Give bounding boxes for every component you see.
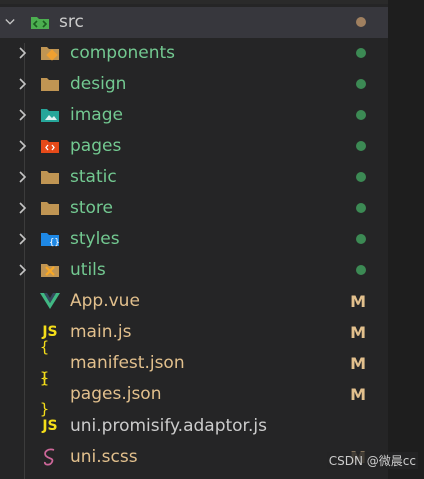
tree-item-src[interactable]: src	[0, 7, 388, 38]
chevron-right-icon[interactable]	[18, 78, 28, 90]
git-status-badge: M	[350, 354, 366, 373]
tree-item-utils[interactable]: utils	[0, 255, 388, 286]
tree-item-label: components	[70, 43, 176, 63]
folder-icon	[40, 198, 60, 218]
tree-item-label: store	[70, 198, 113, 218]
tree-item-styles[interactable]: {} styles	[0, 224, 388, 255]
tree-item-app-vue[interactable]: App.vue M	[0, 286, 388, 317]
chevron-right-icon[interactable]	[18, 202, 28, 214]
tree-item-components[interactable]: components	[0, 38, 388, 69]
git-status-badge: M	[350, 292, 366, 311]
tree-item-label: uni.promisify.adaptor.js	[70, 416, 267, 436]
status-dot	[356, 172, 366, 182]
src-folder-icon	[30, 12, 50, 32]
status-dot	[356, 17, 366, 27]
chevron-right-icon[interactable]	[18, 233, 28, 245]
folder-icon	[40, 74, 60, 94]
tree-item-uni-promisify-adaptor-js[interactable]: JS uni.promisify.adaptor.js	[0, 411, 388, 442]
components-folder-icon	[40, 43, 60, 63]
chevron-right-icon[interactable]	[18, 264, 28, 276]
tree-item-image[interactable]: image	[0, 100, 388, 131]
chevron-right-icon[interactable]	[18, 109, 28, 121]
image-folder-icon	[40, 105, 60, 125]
tree-item-label: pages.json	[70, 384, 162, 404]
utils-folder-icon	[40, 260, 60, 280]
styles-folder-icon: {}	[40, 229, 60, 249]
status-dot	[356, 265, 366, 275]
tree-item-label: image	[70, 105, 123, 125]
pages-folder-icon	[40, 136, 60, 156]
status-dot	[356, 48, 366, 58]
tree-item-design[interactable]: design	[0, 69, 388, 100]
vue-icon	[40, 291, 60, 311]
watermark: CSDN @微晨cc	[326, 452, 418, 469]
status-dot	[356, 141, 366, 151]
tree-item-store[interactable]: store	[0, 193, 388, 224]
tree-item-pages-json[interactable]: { } pages.json M	[0, 369, 388, 418]
js-icon: JS	[42, 417, 58, 434]
chevron-down-icon[interactable]	[5, 17, 15, 27]
json-icon: { }	[40, 369, 50, 418]
tree-item-label: uni.scss	[70, 447, 138, 467]
editor-area-edge	[388, 0, 424, 479]
folder-icon	[40, 167, 60, 187]
chevron-right-icon[interactable]	[18, 171, 28, 183]
previous-row-edge	[0, 0, 388, 4]
tree-item-label: manifest.json	[70, 353, 185, 373]
svg-text:{}: {}	[49, 238, 60, 247]
file-explorer: src components design image pages static…	[0, 0, 388, 479]
tree-item-label: src	[59, 12, 84, 32]
tree-item-label: static	[70, 167, 117, 187]
tree-item-label: design	[70, 74, 127, 94]
tree-item-label: styles	[70, 229, 120, 249]
chevron-right-icon[interactable]	[18, 47, 28, 59]
git-status-badge: M	[350, 323, 366, 342]
status-dot	[356, 234, 366, 244]
tree-item-label: pages	[70, 136, 122, 156]
status-dot	[356, 79, 366, 89]
tree-item-label: utils	[70, 260, 106, 280]
status-dot	[356, 110, 366, 120]
sass-icon	[40, 447, 60, 467]
status-dot	[356, 203, 366, 213]
tree-item-pages[interactable]: pages	[0, 131, 388, 162]
chevron-right-icon[interactable]	[18, 140, 28, 152]
tree-item-static[interactable]: static	[0, 162, 388, 193]
tree-item-label: main.js	[70, 322, 132, 342]
tree-item-label: App.vue	[70, 291, 140, 311]
git-status-badge: M	[350, 385, 366, 404]
